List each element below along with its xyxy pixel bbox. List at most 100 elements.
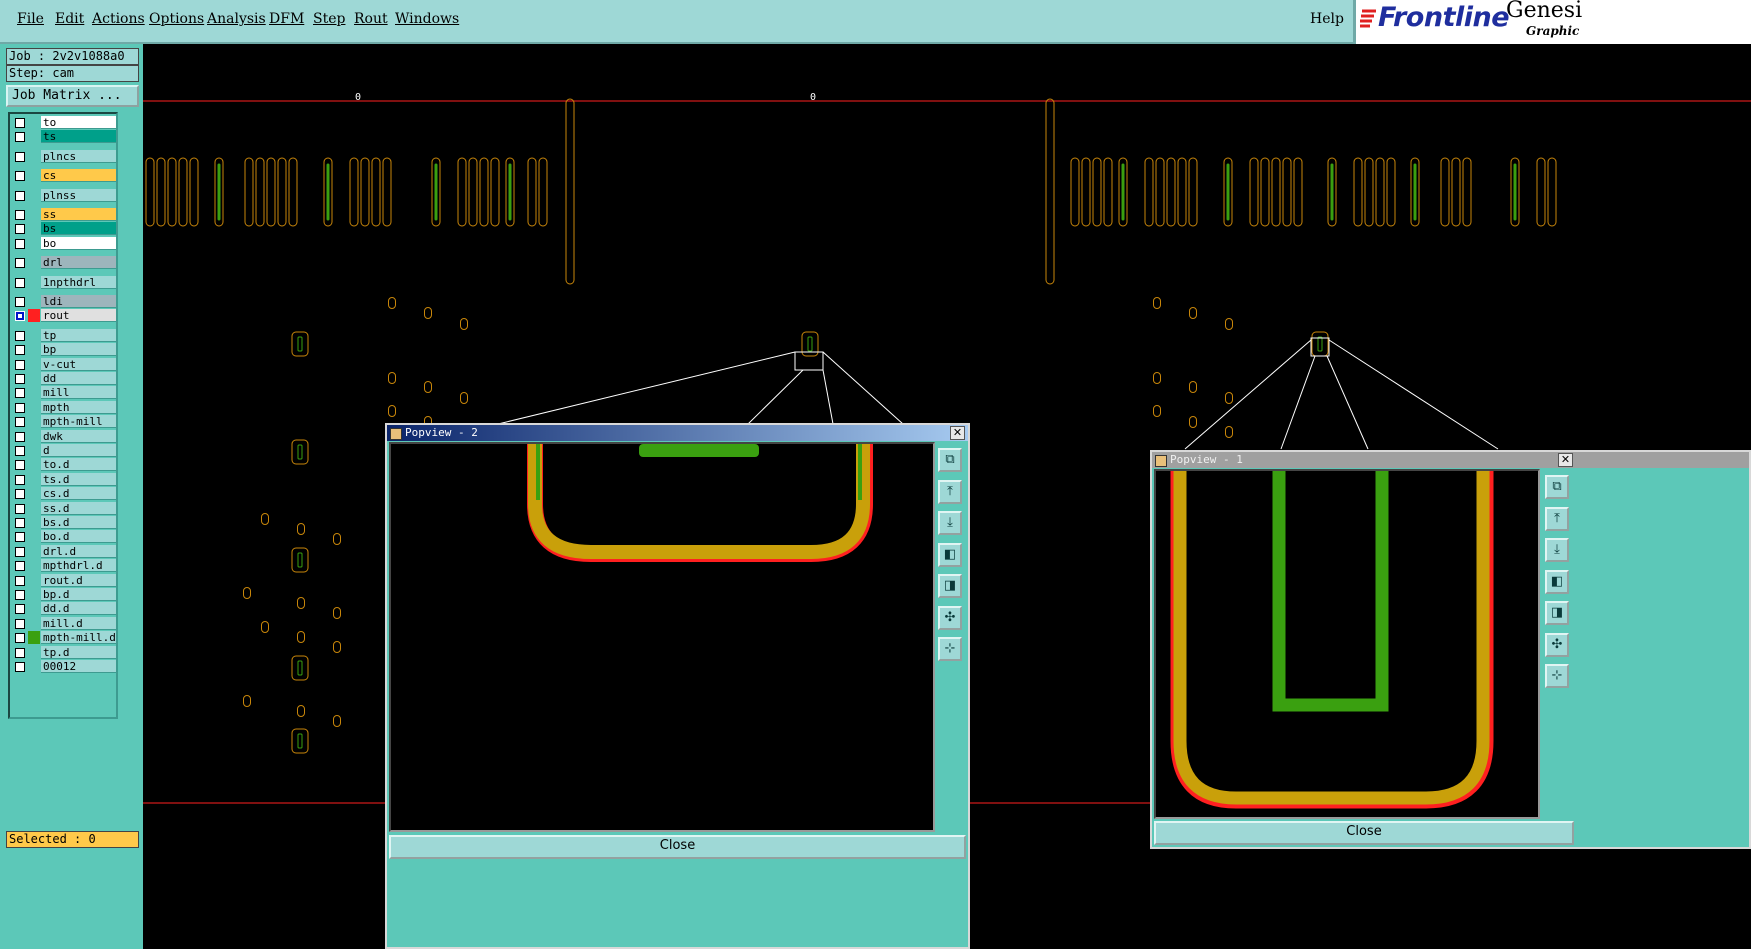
layer-row-plncs[interactable]: plncs [12,149,116,163]
layer-row-mpth-mill.d[interactable]: mpth-mill.d [12,631,116,645]
layer-row-tp.d[interactable]: tp.d [12,645,116,659]
layer-row-bo.d[interactable]: bo.d [12,530,116,544]
menu-analysis[interactable]: Analysis [207,11,266,27]
layer-checkbox[interactable] [15,546,25,557]
copy-icon[interactable]: ⧉ [1545,475,1569,499]
layer-name[interactable]: ss.d [41,501,116,515]
layer-color-swatch[interactable] [28,458,40,471]
layer-row-d[interactable]: d [12,444,116,457]
layer-color-swatch[interactable] [28,602,40,615]
menu-options[interactable]: Options [149,11,204,27]
layer-checkbox[interactable] [15,171,25,182]
layer-checkbox[interactable] [15,258,25,269]
layer-name[interactable]: plnss [41,188,116,202]
layer-name[interactable]: 00012 [41,660,116,673]
layer-color-swatch[interactable] [28,169,40,182]
layer-name[interactable]: bp.d [41,588,116,601]
layer-row-ldi[interactable]: ldi [12,295,116,308]
layer-color-swatch[interactable] [28,130,40,143]
layer-color-swatch[interactable] [28,473,40,486]
layer-checkbox[interactable] [15,151,25,162]
layer-color-swatch[interactable] [28,574,40,587]
layer-checkbox[interactable] [15,503,25,514]
copy-icon[interactable]: ⧉ [938,448,962,472]
layer-row-bo[interactable]: bo [12,236,116,250]
layer-color-swatch[interactable] [28,116,40,129]
layer-checkbox[interactable] [15,460,25,471]
layer-name[interactable]: bo.d [41,530,116,544]
layer-row-tp[interactable]: tp [12,328,116,342]
zoom-center-icon[interactable]: ⊹ [938,637,962,661]
layer-name[interactable]: mill [41,386,116,400]
layer-color-swatch[interactable] [28,588,40,601]
menu-actions[interactable]: Actions [92,11,145,27]
layer-checkbox[interactable] [15,388,25,399]
layer-row-drl.d[interactable]: drl.d [12,544,116,558]
layer-color-swatch[interactable] [28,545,40,558]
layer-row-ts.d[interactable]: ts.d [12,472,116,486]
popview-1-view[interactable] [1154,469,1540,819]
layer-name[interactable]: drl [41,256,116,270]
layer-checkbox[interactable] [15,618,25,629]
menu-dfm[interactable]: DFM [269,11,304,27]
layer-checkbox[interactable] [15,474,25,485]
menu-file[interactable]: File [17,11,44,27]
layer-row-rout.d[interactable]: rout.d [12,573,116,587]
popview-2-titlebar[interactable]: Popview - 2 [387,425,968,441]
popview-2-close-button[interactable]: Close [389,835,966,859]
layer-name[interactable]: bp [41,343,116,357]
layer-checkbox[interactable] [15,575,25,586]
menu-windows[interactable]: Windows [395,11,459,27]
close-icon[interactable]: ✕ [1558,453,1573,467]
layer-name[interactable]: rout [41,309,116,323]
layer-name[interactable]: bs.d [41,516,116,529]
layer-name[interactable]: dd.d [41,602,116,616]
layer-row-to[interactable]: to [12,116,116,129]
popview-1-close-button[interactable]: Close [1154,821,1574,845]
layer-color-swatch[interactable] [28,358,40,371]
layer-checkbox[interactable] [15,662,25,672]
zoom-fit-icon[interactable]: ✣ [938,605,962,630]
layer-checkbox[interactable] [15,532,25,543]
layer-row-drl[interactable]: drl [12,256,116,270]
layer-name[interactable]: mpth [41,400,116,414]
menu-rout[interactable]: Rout [354,11,388,27]
layer-color-swatch[interactable] [28,256,40,269]
layer-checkbox[interactable] [15,118,25,128]
layer-checkbox[interactable] [15,402,25,413]
layer-checkbox[interactable] [15,489,25,500]
zoom-center-icon[interactable]: ⊹ [1545,664,1569,688]
layer-row-ss[interactable]: ss [12,208,116,221]
layer-row-dd.d[interactable]: dd.d [12,602,116,616]
layer-row-bp[interactable]: bp [12,343,116,357]
layer-checkbox[interactable] [15,374,25,384]
layer-name[interactable]: mpth-mill [41,415,116,429]
layer-color-swatch[interactable] [28,415,40,428]
layer-name[interactable]: bo [41,236,116,250]
layer-color-swatch[interactable] [28,276,40,289]
layer-name[interactable]: tp [41,328,116,342]
layer-color-swatch[interactable] [28,150,40,163]
layer-color-swatch[interactable] [28,444,40,457]
layer-row-ts[interactable]: ts [12,130,116,144]
layer-name[interactable]: d [41,444,116,457]
layer-color-swatch[interactable] [28,343,40,356]
layer-row-plnss[interactable]: plnss [12,188,116,202]
pan-left-icon[interactable]: ◧ [938,542,962,567]
layer-checkbox[interactable] [15,132,25,143]
layer-name[interactable]: dd [41,372,116,385]
layer-checkbox[interactable] [15,238,25,249]
layer-checkbox[interactable] [15,561,25,572]
layer-color-swatch[interactable] [28,309,40,323]
layer-color-swatch[interactable] [28,502,40,515]
layer-color-swatch[interactable] [28,237,40,250]
layer-color-swatch[interactable] [28,208,40,221]
layer-name[interactable]: drl.d [41,544,116,558]
menu-edit[interactable]: Edit [55,11,84,27]
layer-color-swatch[interactable] [28,516,40,529]
layer-row-bs[interactable]: bs [12,222,116,236]
layer-checkbox[interactable] [15,446,25,456]
layer-name[interactable]: ts [41,130,116,144]
layer-color-swatch[interactable] [28,559,40,572]
layer-color-swatch[interactable] [28,530,40,543]
